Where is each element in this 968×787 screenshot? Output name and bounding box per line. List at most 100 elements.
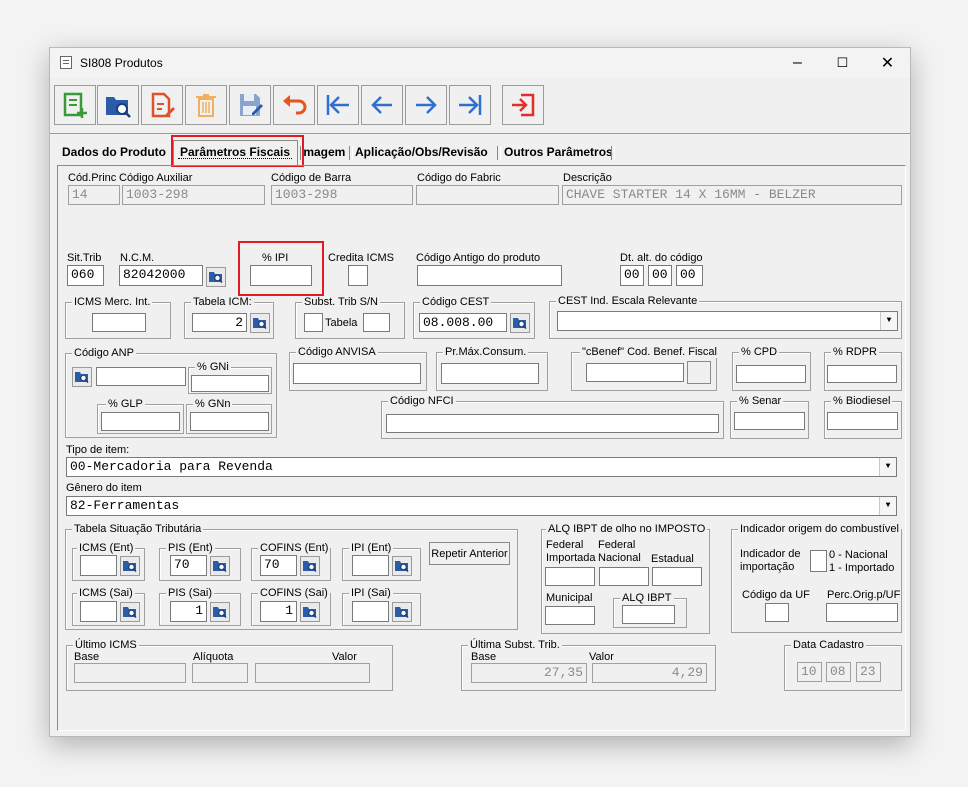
- senar-label: % Senar: [737, 395, 784, 407]
- genero-item-select[interactable]: 82-Ferramentas ▼: [66, 496, 897, 516]
- nfci-field[interactable]: [386, 414, 719, 433]
- search-record-button[interactable]: [97, 85, 139, 125]
- dt-alt-year[interactable]: 00: [676, 265, 703, 286]
- gnn-field[interactable]: [190, 412, 269, 431]
- municipal-field[interactable]: [545, 606, 595, 625]
- last-record-button[interactable]: [449, 85, 491, 125]
- exit-button[interactable]: [502, 85, 544, 125]
- first-record-button[interactable]: [317, 85, 359, 125]
- rdpr-field[interactable]: [827, 365, 897, 383]
- ipi-ent-search-button[interactable]: [392, 556, 412, 576]
- ultima-subst-base-field[interactable]: 27,35: [471, 663, 587, 683]
- ultimo-icms-label: Último ICMS: [73, 639, 139, 651]
- repetir-anterior-button[interactable]: Repetir Anterior: [429, 542, 510, 565]
- alq-ibpt-field[interactable]: [622, 605, 675, 624]
- anp-search-button[interactable]: [72, 367, 92, 387]
- previous-record-button[interactable]: [361, 85, 403, 125]
- cbenef-lookup-button[interactable]: [687, 361, 711, 384]
- cofins-ent-search-button[interactable]: [300, 556, 320, 576]
- icms-merc-field[interactable]: [92, 313, 146, 332]
- ipi-ent-field[interactable]: [352, 555, 389, 576]
- ipi-sai-field[interactable]: [352, 601, 389, 622]
- icms-sai-field[interactable]: [80, 601, 117, 622]
- pis-ent-search-button[interactable]: [210, 556, 230, 576]
- fed-imp-field[interactable]: [545, 567, 595, 586]
- cofins-sai-search-button[interactable]: [300, 602, 320, 622]
- tipo-item-select[interactable]: 00-Mercadoria para Revenda ▼: [66, 457, 897, 477]
- cest-search-button[interactable]: [510, 313, 530, 333]
- cod-fabric-field[interactable]: [416, 185, 559, 205]
- subst-tabela-field[interactable]: [363, 313, 390, 332]
- save-record-button[interactable]: [229, 85, 271, 125]
- cod-princ-field[interactable]: 14: [68, 185, 120, 205]
- tab-imagem[interactable]: Imagem: [304, 144, 346, 160]
- pr-max-field[interactable]: [441, 363, 539, 384]
- cest-field[interactable]: 08.008.00: [419, 313, 507, 332]
- close-button[interactable]: ✕: [865, 48, 910, 78]
- perc-field[interactable]: [826, 603, 898, 622]
- senar-field[interactable]: [734, 412, 805, 430]
- next-record-button[interactable]: [405, 85, 447, 125]
- pis-sai-search-button[interactable]: [210, 602, 230, 622]
- estadual-field[interactable]: [652, 567, 702, 586]
- tabela-icm-field[interactable]: 2: [192, 313, 247, 332]
- ncm-field[interactable]: 82042000: [119, 265, 203, 286]
- chevron-down-icon: ▼: [879, 458, 896, 476]
- dt-alt-day[interactable]: 00: [620, 265, 644, 286]
- cod-barra-label: Código de Barra: [271, 172, 352, 184]
- toolbar-divider: [50, 133, 910, 134]
- anp-field[interactable]: [96, 367, 186, 386]
- gni-field[interactable]: [191, 375, 269, 392]
- fed-imp-label-1: Federal: [546, 539, 584, 551]
- tab-outros-parametros[interactable]: Outros Parâmetros: [504, 144, 613, 160]
- tab-aplicacao[interactable]: Aplicação/Obs/Revisão: [355, 144, 488, 160]
- sit-trib-field[interactable]: 060: [67, 265, 104, 286]
- ipi-sai-search-button[interactable]: [392, 602, 412, 622]
- ind-imp-field[interactable]: [810, 550, 827, 572]
- icms-merc-label: ICMS Merc. Int.: [72, 296, 153, 308]
- icms-sai-search-button[interactable]: [120, 602, 140, 622]
- delete-record-button[interactable]: [185, 85, 227, 125]
- cod-uf-field[interactable]: [765, 603, 789, 622]
- dt-alt-month[interactable]: 00: [648, 265, 672, 286]
- edit-record-button[interactable]: [141, 85, 183, 125]
- cbenef-field[interactable]: [586, 363, 684, 382]
- cod-aux-field[interactable]: 1003-298: [122, 185, 265, 205]
- ncm-search-button[interactable]: [206, 267, 226, 287]
- icms-ent-field[interactable]: [80, 555, 117, 576]
- ultima-subst-valor-field[interactable]: 4,29: [592, 663, 707, 683]
- edit-record-icon: [151, 92, 175, 118]
- cofins-sai-field[interactable]: 1: [260, 601, 297, 622]
- biodiesel-field[interactable]: [827, 412, 898, 430]
- descricao-field[interactable]: CHAVE STARTER 14 X 16MM - BELZER: [562, 185, 902, 205]
- icms-sai-label: ICMS (Sai): [77, 587, 135, 599]
- tab-dados-produto[interactable]: Dados do Produto: [62, 144, 166, 160]
- tabela-icm-search-button[interactable]: [250, 313, 270, 333]
- glp-field[interactable]: [101, 412, 180, 431]
- cod-barra-field[interactable]: 1003-298: [271, 185, 413, 205]
- ultima-subst-base-label: Base: [471, 651, 497, 663]
- data-cadastro-month[interactable]: 08: [826, 662, 851, 682]
- add-record-button[interactable]: [54, 85, 96, 125]
- cpd-field[interactable]: [736, 365, 806, 383]
- undo-button[interactable]: [273, 85, 315, 125]
- fed-nac-field[interactable]: [599, 567, 649, 586]
- cod-antigo-field[interactable]: [417, 265, 562, 286]
- data-cadastro-day[interactable]: 10: [797, 662, 822, 682]
- anvisa-field[interactable]: [293, 363, 421, 384]
- subst-trib-checkbox[interactable]: [304, 313, 323, 332]
- maximize-button[interactable]: ☐: [820, 48, 865, 78]
- ultimo-icms-base-field[interactable]: [74, 663, 186, 683]
- data-cadastro-year[interactable]: 23: [856, 662, 881, 682]
- ultimo-icms-aliquota-field[interactable]: [192, 663, 248, 683]
- ultimo-icms-valor-field[interactable]: [255, 663, 370, 683]
- pis-ent-field[interactable]: 70: [170, 555, 207, 576]
- cofins-ent-field[interactable]: 70: [260, 555, 297, 576]
- title-bar: SI808 Produtos – ☐ ✕: [50, 48, 910, 78]
- pis-sai-field[interactable]: 1: [170, 601, 207, 622]
- icms-ent-search-button[interactable]: [120, 556, 140, 576]
- fed-nac-label-2: Nacional: [598, 552, 641, 564]
- minimize-button[interactable]: –: [775, 48, 820, 78]
- credita-icms-checkbox[interactable]: [348, 265, 368, 286]
- cest-escala-select[interactable]: ▼: [557, 311, 898, 331]
